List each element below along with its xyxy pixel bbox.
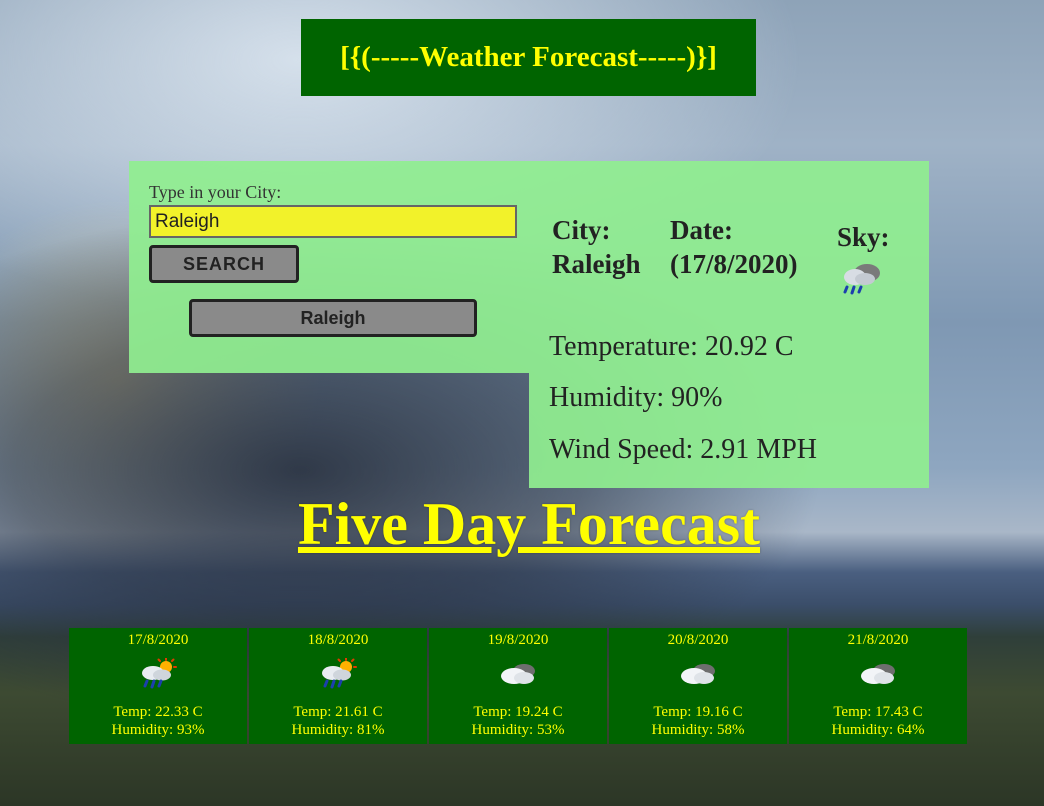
page-title: [{(-----Weather Forecast-----)}] (340, 41, 717, 73)
sky-label: Sky: (837, 222, 890, 252)
cloud-icon (861, 664, 895, 684)
page-header: [{(-----Weather Forecast-----)}] (301, 19, 756, 96)
forecast-humidity: Humidity: 53% (471, 722, 565, 738)
forecast-card: 21/8/2020 Temp: 17.43 C Humidity: 64% (789, 628, 967, 744)
search-panel: Type in your City: SEARCH Raleigh (129, 161, 529, 373)
rain-sun-cloud-icon (322, 658, 357, 689)
temperature-text: Temperature: 20.92 C (549, 331, 794, 362)
forecast-card: 20/8/2020 Temp: 19.16 C Humidity: 58% (609, 628, 787, 744)
forecast-date: 18/8/2020 (307, 632, 369, 648)
forecast-row: 17/8/2020 Temp: 22.33 C Humidity: 93% 18… (69, 628, 977, 744)
date-label: Date: (670, 215, 733, 245)
forecast-temp: Temp: 19.24 C (473, 704, 563, 720)
search-button[interactable]: SEARCH (149, 245, 299, 283)
city-label: City: (552, 215, 611, 245)
forecast-temp: Temp: 19.16 C (653, 704, 743, 720)
rain-sun-cloud-icon (142, 658, 177, 689)
forecast-date: 21/8/2020 (847, 632, 909, 648)
forecast-humidity: Humidity: 81% (291, 722, 385, 738)
date-info: Date: (17/8/2020) (670, 213, 798, 281)
search-label: Type in your City: (149, 182, 282, 202)
forecast-temp: Temp: 21.61 C (293, 704, 383, 720)
forecast-date: 20/8/2020 (667, 632, 729, 648)
rain-sun-cloud-icon (843, 264, 880, 295)
cloud-icon (501, 664, 535, 684)
forecast-card: 17/8/2020 Temp: 22.33 C Humidity: 93% (69, 628, 247, 744)
wind-speed-text: Wind Speed: 2.91 MPH (549, 434, 817, 465)
forecast-card: 19/8/2020 Temp: 19.24 C Humidity: 53% (429, 628, 607, 744)
date-value: (17/8/2020) (670, 249, 798, 279)
five-day-forecast-title: Five Day Forecast (297, 491, 761, 557)
forecast-temp: Temp: 17.43 C (833, 704, 923, 720)
city-info: City: Raleigh (552, 213, 641, 281)
current-weather-panel: City: Raleigh Date: (17/8/2020) Sky: Tem… (529, 161, 929, 488)
city-value: Raleigh (552, 249, 641, 279)
forecast-humidity: Humidity: 58% (651, 722, 745, 738)
city-search-input[interactable] (149, 205, 517, 238)
cloud-icon (681, 664, 715, 684)
forecast-humidity: Humidity: 64% (831, 722, 925, 738)
humidity-text: Humidity: 90% (549, 382, 723, 413)
forecast-temp: Temp: 22.33 C (113, 704, 203, 720)
forecast-date: 19/8/2020 (487, 632, 549, 648)
forecast-humidity: Humidity: 93% (111, 722, 205, 738)
forecast-card: 18/8/2020 Temp: 21.61 C Humidity: 81% (249, 628, 427, 744)
forecast-date: 17/8/2020 (127, 632, 189, 648)
history-city-button[interactable]: Raleigh (189, 299, 477, 337)
